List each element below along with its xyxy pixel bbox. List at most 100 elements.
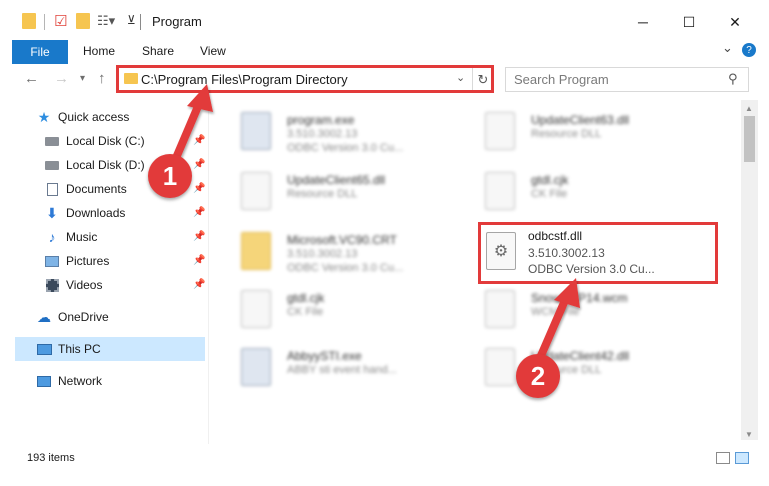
- dll-file-icon: [485, 348, 515, 386]
- file-detail: 3.510.3002.13: [287, 128, 358, 140]
- step-1-badge: 1: [148, 154, 192, 198]
- sidebar-item-label: Music: [66, 230, 98, 244]
- large-icons-view-icon[interactable]: [735, 452, 749, 464]
- file-tile[interactable]: gtdl.cjk CK File: [465, 164, 705, 220]
- sidebar-item-label: Documents: [66, 182, 127, 196]
- file-detail: CK File: [287, 306, 324, 318]
- pin-icon[interactable]: 📌: [193, 159, 205, 170]
- file-tile[interactable]: UpdateClient65.dll Resource DLL: [221, 164, 461, 220]
- file-detail: CK File: [531, 188, 568, 200]
- drive-icon: [44, 134, 60, 148]
- view-options-icon[interactable]: ☷▾: [97, 13, 115, 33]
- sidebar-item-label: Local Disk (D:): [66, 158, 145, 172]
- music-icon: ♪: [48, 229, 56, 245]
- file-tile[interactable]: Microsoft.VC90.CRT 3.510.3002.13 ODBC Ve…: [221, 224, 461, 280]
- file-detail: Resource DLL: [531, 128, 602, 140]
- tab-view[interactable]: View: [200, 44, 226, 58]
- pictures-icon: [44, 254, 60, 268]
- star-icon: ★: [37, 108, 51, 125]
- close-button[interactable]: ✕: [712, 8, 758, 36]
- sidebar-item-downloads[interactable]: ⬇ Downloads: [44, 202, 125, 224]
- downloads-icon: ⬇: [46, 204, 58, 221]
- sidebar-item-label: Pictures: [66, 254, 110, 268]
- forward-arrow-icon[interactable]: →: [54, 70, 69, 87]
- search-icon[interactable]: ⚲: [728, 71, 738, 87]
- sidebar-item-label: Videos: [66, 278, 103, 292]
- sidebar-item-network[interactable]: Network: [36, 370, 102, 392]
- file-icon: [485, 290, 515, 328]
- back-arrow-icon[interactable]: ←: [24, 70, 39, 87]
- sidebar-item-local-disk-c[interactable]: Local Disk (C:): [44, 130, 145, 152]
- cloud-icon: ☁: [37, 308, 51, 325]
- new-folder-icon[interactable]: [76, 13, 90, 29]
- sidebar-item-documents[interactable]: Documents: [44, 178, 127, 200]
- file-icon: [241, 290, 271, 328]
- file-detail: ODBC Version 3.0 Cu...: [287, 262, 404, 274]
- window-title: Program: [152, 14, 202, 29]
- network-icon: [36, 374, 52, 388]
- folder-icon: [22, 13, 36, 29]
- help-icon[interactable]: ?: [742, 43, 756, 57]
- file-tile[interactable]: AbbyySTI.exe ABBY sti event hand...: [221, 340, 461, 396]
- sidebar-item-label: Downloads: [66, 206, 126, 220]
- customize-toolbar-icon[interactable]: ⊻: [127, 13, 136, 33]
- properties-icon[interactable]: ☑: [54, 12, 67, 32]
- sidebar-item-local-disk-d[interactable]: Local Disk (D:): [44, 154, 145, 176]
- sidebar-item-quick-access[interactable]: ★ Quick access: [36, 106, 130, 128]
- item-count: 193 items: [27, 452, 75, 464]
- dll-file-icon: [485, 112, 515, 150]
- file-name: UpdateClient63.dll: [531, 113, 630, 127]
- file-detail: ODBC Version 3.0 Cu...: [287, 142, 404, 154]
- sidebar-item-onedrive[interactable]: ☁ OneDrive: [36, 306, 109, 328]
- scrollbar-thumb[interactable]: [744, 116, 755, 162]
- sidebar-item-label: Network: [58, 374, 103, 388]
- address-highlight-box: [116, 65, 494, 93]
- pin-icon[interactable]: 📌: [193, 207, 205, 218]
- pin-icon[interactable]: 📌: [193, 183, 205, 194]
- status-bar: [0, 444, 769, 470]
- file-highlight-box: [478, 222, 718, 284]
- pin-icon[interactable]: 📌: [193, 231, 205, 242]
- expand-ribbon-icon[interactable]: ⌄: [722, 40, 733, 56]
- tab-file[interactable]: File: [12, 40, 68, 64]
- recent-locations-icon[interactable]: ▾: [80, 73, 85, 84]
- videos-icon: [44, 278, 60, 292]
- dll-file-icon: [241, 172, 271, 210]
- file-name: gtdl.cjk: [287, 291, 325, 305]
- file-detail: 3.510.3002.13: [287, 248, 358, 260]
- file-tile[interactable]: Snowb TP14.wcm WCM File: [465, 282, 705, 338]
- minimize-button[interactable]: ─: [620, 8, 666, 36]
- sidebar-item-label: OneDrive: [58, 310, 109, 324]
- pin-icon[interactable]: 📌: [193, 255, 205, 266]
- pane-divider: [208, 100, 209, 444]
- file-name: gtdl.cjk: [531, 173, 569, 187]
- sidebar-item-label: This PC: [58, 342, 101, 356]
- exe-file-icon: [241, 112, 271, 150]
- tab-home[interactable]: Home: [83, 44, 115, 58]
- search-placeholder: Search Program: [514, 72, 609, 87]
- sidebar-item-videos[interactable]: Videos: [44, 274, 102, 296]
- sidebar-item-pictures[interactable]: Pictures: [44, 250, 109, 272]
- exe-file-icon: [241, 348, 271, 386]
- tab-share[interactable]: Share: [142, 44, 174, 58]
- folder-icon: [241, 232, 271, 270]
- file-detail: ABBY sti event hand...: [287, 364, 397, 376]
- scroll-up-arrow-icon[interactable]: ▲: [745, 104, 753, 113]
- file-tile[interactable]: UpdateClient63.dll Resource DLL: [465, 104, 705, 160]
- sidebar-item-label: Quick access: [58, 110, 130, 124]
- scroll-down-arrow-icon[interactable]: ▼: [745, 430, 753, 439]
- file-tile[interactable]: program.exe 3.510.3002.13 ODBC Version 3…: [221, 104, 461, 160]
- details-view-icon[interactable]: [716, 452, 730, 464]
- pin-icon[interactable]: 📌: [193, 279, 205, 290]
- pin-icon[interactable]: 📌: [193, 135, 205, 146]
- sidebar-item-label: Local Disk (C:): [66, 134, 145, 148]
- up-arrow-icon[interactable]: ↑: [98, 70, 106, 87]
- file-tile[interactable]: gtdl.cjk CK File: [221, 282, 461, 338]
- file-name: UpdateClient65.dll: [287, 173, 386, 187]
- sidebar-item-this-pc[interactable]: This PC: [36, 338, 101, 360]
- sidebar-item-music[interactable]: ♪ Music: [44, 226, 98, 248]
- computer-icon: [36, 342, 52, 356]
- file-tile[interactable]: UpdateClient42.dll Resource DLL: [465, 340, 705, 396]
- maximize-button[interactable]: ☐: [666, 8, 712, 36]
- title-separator: [140, 14, 141, 30]
